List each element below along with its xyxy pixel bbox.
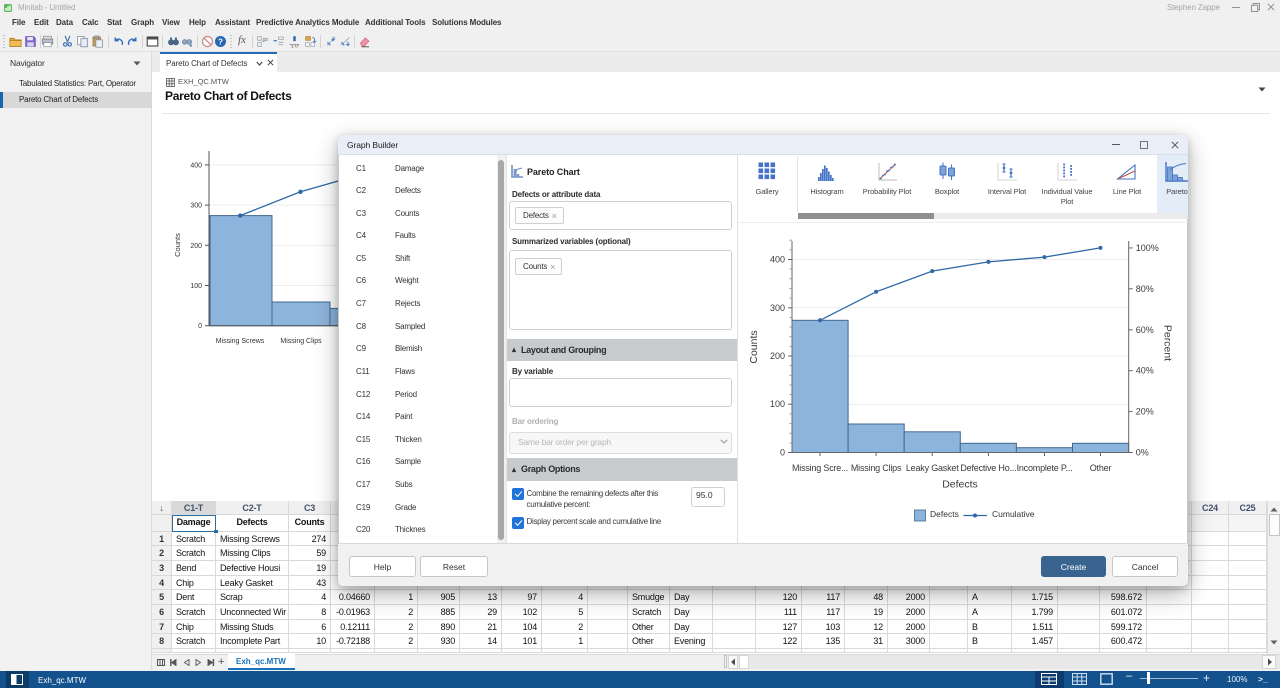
- svg-text:300: 300: [190, 203, 202, 210]
- svg-text:100: 100: [190, 283, 202, 290]
- svg-text:100: 100: [770, 399, 785, 409]
- svg-text:Cumulative: Cumulative: [992, 509, 1035, 519]
- svg-text:300: 300: [770, 303, 785, 313]
- svg-text:200: 200: [190, 243, 202, 250]
- svg-text:Incomplete P...: Incomplete P...: [1017, 463, 1073, 473]
- svg-text:Missing Screws: Missing Screws: [216, 338, 265, 345]
- svg-text:Other: Other: [1090, 463, 1112, 473]
- svg-text:200: 200: [770, 351, 785, 361]
- svg-text:Missing Clips: Missing Clips: [851, 463, 902, 473]
- svg-text:40%: 40%: [1136, 366, 1154, 376]
- svg-text:400: 400: [190, 162, 202, 169]
- svg-text:Counts: Counts: [748, 330, 760, 363]
- svg-text:0: 0: [198, 323, 202, 330]
- svg-text:Defective Ho...: Defective Ho...: [960, 463, 1016, 473]
- svg-text:Missing Scre...: Missing Scre...: [792, 463, 848, 473]
- svg-text:Defects: Defects: [930, 509, 959, 519]
- svg-text:1 0: 1 0: [291, 44, 298, 48]
- svg-text:Missing Clips: Missing Clips: [280, 338, 322, 345]
- svg-text:Percent: Percent: [1162, 325, 1174, 361]
- svg-text:80%: 80%: [1136, 284, 1154, 294]
- svg-text:?: ?: [218, 38, 223, 47]
- svg-text:Counts: Counts: [173, 233, 182, 257]
- svg-text:400: 400: [770, 255, 785, 265]
- svg-text:100%: 100%: [1136, 243, 1159, 253]
- svg-text:0: 0: [780, 448, 785, 458]
- svg-text:Defects: Defects: [942, 479, 978, 491]
- svg-text:60%: 60%: [1136, 325, 1154, 335]
- svg-text:20%: 20%: [1136, 407, 1154, 417]
- svg-text:0%: 0%: [1136, 448, 1149, 458]
- svg-text:Leaky Gasket: Leaky Gasket: [906, 463, 959, 473]
